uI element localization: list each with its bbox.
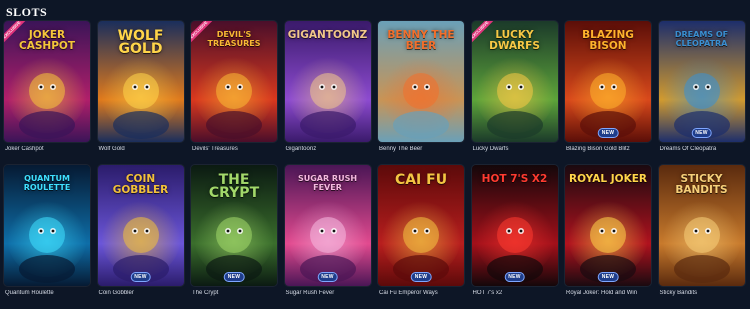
game-title[interactable]: The Crypt <box>191 290 277 296</box>
game-card[interactable]: THE CRYPT NEW The Crypt <box>191 165 277 299</box>
game-logo: DEVIL'S TREASURES <box>207 30 261 48</box>
game-logo: GIGANTOONZ <box>287 29 368 41</box>
game-title[interactable]: HOT 7's x2 <box>472 290 558 296</box>
game-thumbnail[interactable]: BENNY the BEER <box>378 21 464 142</box>
game-thumbnail[interactable]: JOKER CASHPOT EXCLUSIVE <box>4 21 90 142</box>
game-thumbnail[interactable]: HOT 7's x2 NEW <box>471 165 558 286</box>
game-title[interactable]: Joker Cashpot <box>4 146 90 152</box>
game-title[interactable]: Sticky Bandits <box>659 290 745 296</box>
game-card[interactable]: LUCKY DWARFS EXCLUSIVE Lucky Dwarfs <box>471 21 558 155</box>
game-thumbnail[interactable]: WOLF GOLD <box>97 21 184 142</box>
game-card[interactable]: DREAMS OF CLEOPATRA NEW Dreams Of Cleopatr… <box>658 21 745 155</box>
game-thumbnail[interactable]: THE CRYPT NEW <box>191 165 277 286</box>
game-title[interactable]: Quantum Roulette <box>4 290 90 296</box>
game-logo: QUANTUM ROULETTE <box>23 174 71 192</box>
game-title[interactable]: Blazing Bison Gold Blitz <box>565 146 651 152</box>
game-thumbnail[interactable]: SUGAR RUSH FEVER NEW <box>284 165 371 286</box>
game-thumbnail[interactable]: GIGANTOONZ <box>284 21 371 142</box>
game-thumbnail[interactable]: DREAMS OF CLEOPATRA NEW <box>658 21 745 142</box>
game-card[interactable]: COIN GOBBLER NEW Coin Gobbler <box>97 165 184 299</box>
game-card[interactable]: ROYAL JOKER NEW Royal Joker: Hold and Win <box>565 165 651 299</box>
game-logo: JOKER CASHPOT <box>19 29 75 52</box>
new-badge: NEW <box>597 272 619 282</box>
game-title[interactable]: Devils' Treasures <box>191 146 277 152</box>
new-badge: NEW <box>410 272 432 282</box>
game-card[interactable]: CAI FU NEW Cai Fu Emperor Ways <box>378 165 464 299</box>
game-card[interactable]: BENNY the BEER Benny The Beer <box>378 21 464 155</box>
game-title[interactable]: Coin Gobbler <box>98 290 184 296</box>
game-logo: BLAZING BISON <box>582 29 634 52</box>
game-grid: JOKER CASHPOT EXCLUSIVE Joker Cashpot WOLF … <box>4 21 745 299</box>
game-title[interactable]: Dreams Of Cleopatra <box>659 146 745 152</box>
game-logo: THE CRYPT <box>208 172 260 201</box>
new-badge: NEW <box>597 128 619 138</box>
game-thumbnail[interactable]: ROYAL JOKER NEW <box>565 165 651 286</box>
game-logo: CAI FU <box>394 172 448 188</box>
game-thumbnail[interactable]: CAI FU NEW <box>378 165 464 286</box>
game-title[interactable]: Cai Fu Emperor Ways <box>378 290 464 296</box>
game-title[interactable]: Royal Joker: Hold and Win <box>565 290 651 296</box>
game-logo: SUGAR RUSH FEVER <box>297 174 358 192</box>
game-card[interactable]: STICKY BANDITS Sticky Bandits <box>658 165 745 299</box>
game-title[interactable]: Gigantoonz <box>285 146 371 152</box>
game-logo: ROYAL JOKER <box>569 173 647 185</box>
game-card[interactable]: BLAZING BISON NEW Blazing Bison Gold Blitz <box>565 21 651 155</box>
game-logo: DREAMS OF CLEOPATRA <box>674 30 729 48</box>
game-logo: WOLF GOLD <box>117 28 164 57</box>
game-title[interactable]: Sugar Rush Fever <box>285 290 371 296</box>
new-badge: NEW <box>130 272 151 282</box>
game-logo: LUCKY DWARFS <box>489 29 540 52</box>
game-title[interactable]: Wolf Gold <box>98 146 184 152</box>
game-title[interactable]: Lucky Dwarfs <box>472 146 558 152</box>
game-card[interactable]: QUANTUM ROULETTE Quantum Roulette <box>4 165 90 299</box>
game-card[interactable]: DEVIL'S TREASURES EXCLUSIVE Devils' Treasu… <box>191 21 277 155</box>
game-thumbnail[interactable]: DEVIL'S TREASURES EXCLUSIVE <box>191 21 277 142</box>
game-thumbnail[interactable]: BLAZING BISON NEW <box>565 21 651 142</box>
new-badge: NEW <box>317 272 338 282</box>
section-title: SLOTS <box>6 5 48 19</box>
new-badge: NEW <box>504 272 525 282</box>
game-card[interactable]: JOKER CASHPOT EXCLUSIVE Joker Cashpot <box>4 21 90 155</box>
game-thumbnail[interactable]: QUANTUM ROULETTE <box>4 165 90 286</box>
game-thumbnail[interactable]: COIN GOBBLER NEW <box>97 165 184 286</box>
game-logo: STICKY BANDITS <box>675 173 728 196</box>
game-logo: COIN GOBBLER <box>112 173 169 196</box>
game-card[interactable]: GIGANTOONZ Gigantoonz <box>284 21 371 155</box>
game-title[interactable]: Benny The Beer <box>378 146 464 152</box>
game-thumbnail[interactable]: STICKY BANDITS <box>658 165 745 286</box>
game-card[interactable]: HOT 7's x2 NEW HOT 7's x2 <box>471 165 558 299</box>
new-badge: NEW <box>691 128 712 138</box>
game-logo: HOT 7's x2 <box>481 173 548 185</box>
game-card[interactable]: WOLF GOLD Wolf Gold <box>97 21 184 155</box>
new-badge: NEW <box>223 272 245 282</box>
game-card[interactable]: SUGAR RUSH FEVER NEW Sugar Rush Fever <box>284 165 371 299</box>
game-logo: BENNY the BEER <box>387 29 455 52</box>
game-thumbnail[interactable]: LUCKY DWARFS EXCLUSIVE <box>471 21 558 142</box>
